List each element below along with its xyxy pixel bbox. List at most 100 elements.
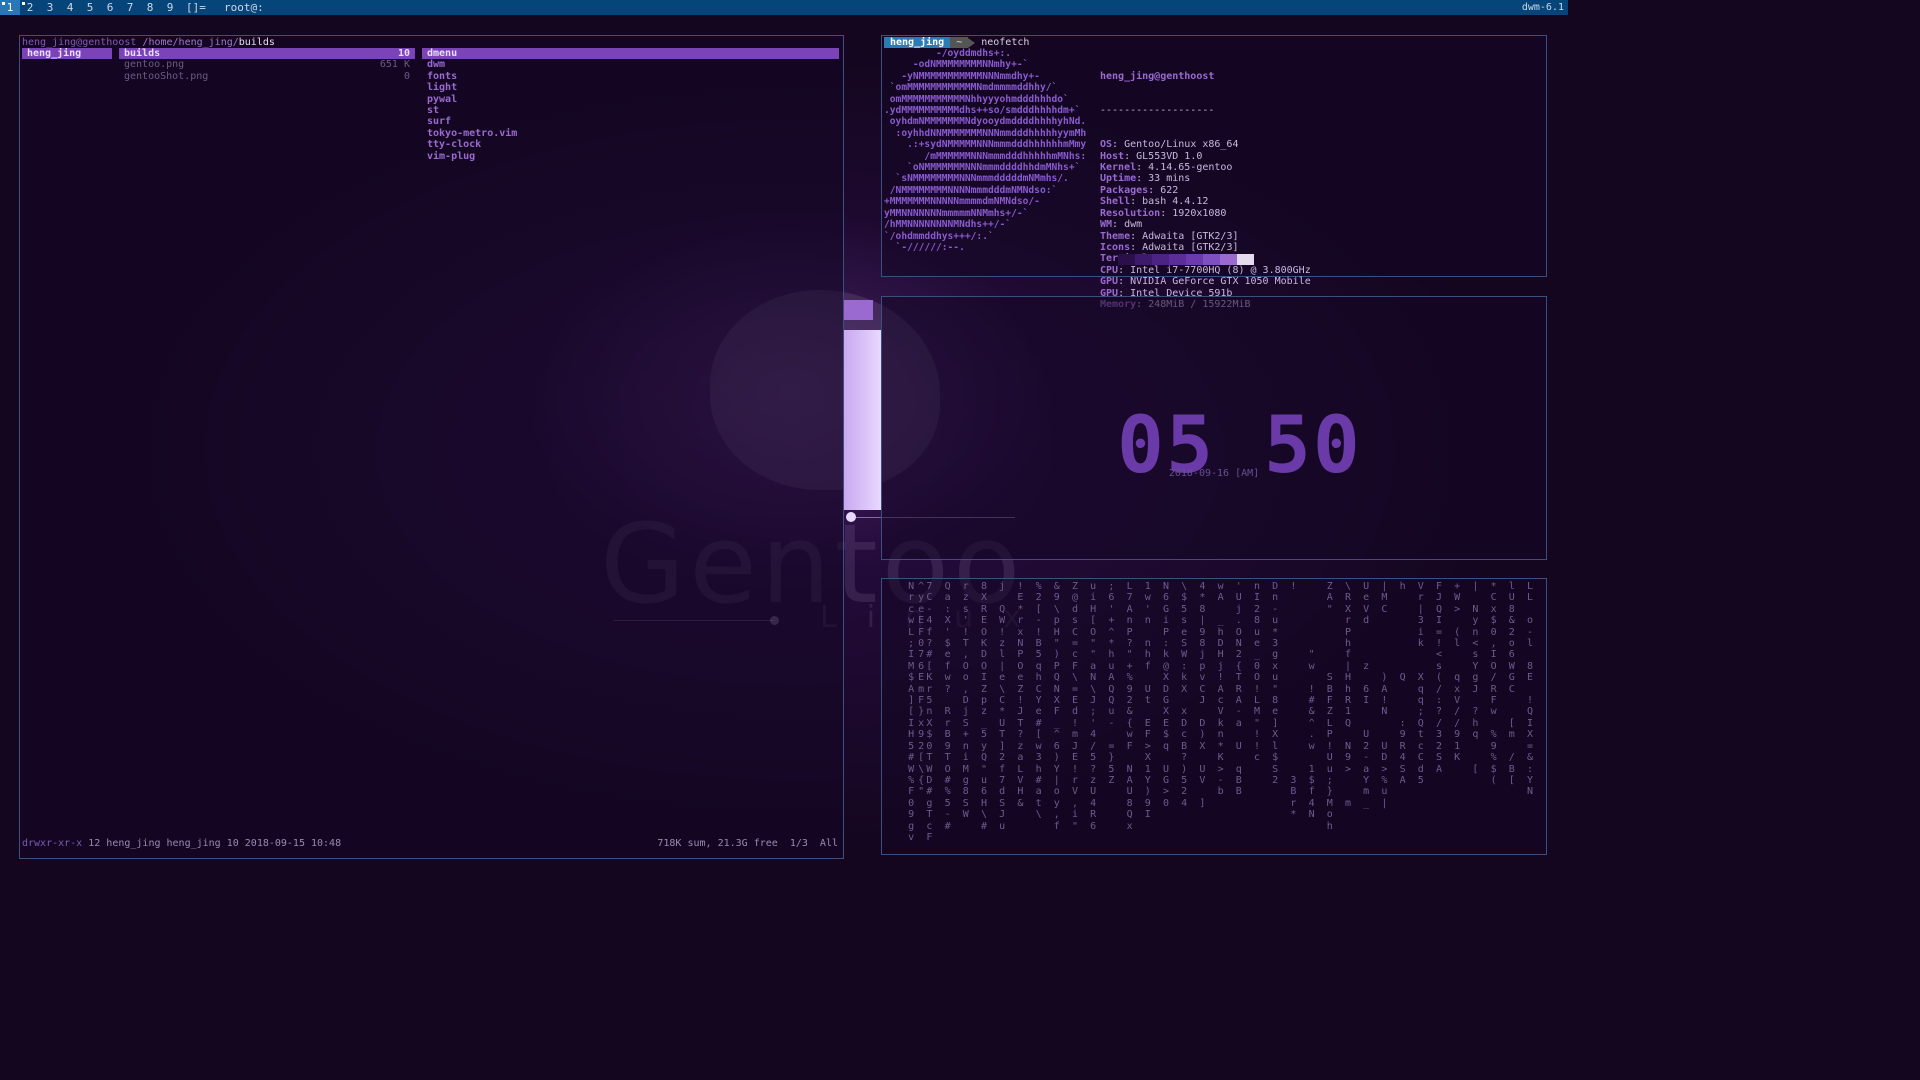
color-swatch [1203, 254, 1220, 265]
preview-dir-item[interactable]: pywal [422, 94, 839, 105]
prompt-dir: ~ [950, 37, 969, 48]
preview-dir-item[interactable]: vim-plug [422, 151, 839, 162]
tag-5[interactable]: 5 [80, 0, 100, 15]
info-key: Theme [1100, 230, 1131, 242]
matrix-column: | N y n < s Y g J ? h q [ [1472, 581, 1479, 775]
matrix-column: ! 3 B r * [1290, 581, 1297, 821]
clock-date: 2018-09-16 [AM] [1168, 468, 1260, 479]
matrix-column: ' U j . O N 2 { T R A - a U q B B [1235, 581, 1242, 798]
preview-dir-item[interactable]: light [422, 82, 839, 93]
file-item[interactable]: gentooShot.png 0 [119, 71, 415, 82]
matrix-column: 4 * 8 | 9 8 j p v C J D ) X U V ] [1199, 581, 1206, 809]
info-key: Resolution [1100, 207, 1161, 219]
preview-dir-item[interactable]: st [422, 105, 839, 116]
preview-dir-item[interactable]: tokyo-metro.vim [422, 128, 839, 139]
preview-dir-item[interactable]: tty-clock [422, 139, 839, 150]
tag-6[interactable]: 6 [100, 0, 120, 15]
ranger-file-meta: 12 heng_jing heng_jing 10 2018-09-15 10:… [82, 838, 342, 849]
wallpaper-dot [846, 512, 856, 522]
color-swatch [1169, 254, 1186, 265]
matrix-column: L L o - l 8 E ! Q I X = & : Y N [1526, 581, 1534, 798]
tag-2[interactable]: 2 [20, 0, 40, 15]
wallpaper-glitch-bar [843, 330, 881, 510]
file-size: 651 K [379, 59, 410, 71]
ranger-path: /home/heng_jing/ [142, 37, 239, 48]
file-size: 0 [403, 70, 410, 82]
info-row: Uptime: 33 mins [1100, 173, 1311, 184]
preview-dir-item[interactable]: fonts [422, 71, 839, 82]
matrix-column: U e V d z 6 I U 2 - a Y m _ [1363, 581, 1370, 809]
matrix-column: ; 6 ' + ^ * h u A Q Q u - = } 5 Z [1108, 581, 1115, 786]
neofetch-terminal[interactable]: heng_jing ~ neofetch -/oyddmdhs+:. -odNM… [881, 35, 1547, 310]
prompt-arrow-icon [968, 37, 976, 48]
matrix-column: r z s ' ! T , O o , D j S + n i M g 8 S … [962, 581, 969, 821]
info-value: : dwm [1112, 219, 1143, 231]
matrix-column: D n - u * 3 g x u " 8 e ] X l $ S 2 [1272, 581, 1279, 786]
ranger-window[interactable]: heng_jing@genthoost /home/heng_jing/buil… [19, 35, 844, 859]
info-row: CPU: Intel i7-7700HQ (8) @ 3.800GHz [1100, 265, 1311, 276]
info-value: : Adwaita [GTK2/3] [1130, 241, 1239, 253]
info-key: Shell [1100, 196, 1131, 208]
info-value: : GL553VD 1.0 [1124, 150, 1203, 162]
ranger-permissions: drwxr-xr-x [22, 838, 83, 849]
matrix-column: u i H [ O " " a N \ J ; ' 4 / 5 ? z U 4 … [1090, 581, 1097, 832]
info-key: CPU [1100, 264, 1119, 276]
info-row: Shell: bash 4.4.12 [1100, 196, 1311, 207]
info-value: : NVIDIA GeForce GTX 1050 Mobile [1118, 276, 1311, 288]
info-key: Packages [1100, 184, 1149, 196]
file-item[interactable]: gentoo.png 651 K [119, 59, 415, 70]
info-row: Packages: 622 [1100, 185, 1311, 196]
matrix-column: 8 X R E O K D O I Z p z _ 5 y Q " u 6 H … [980, 581, 988, 832]
tag-9[interactable]: 9 [160, 0, 180, 15]
matrix-column: + W > ( l q x V / / 9 1 K [1454, 581, 1461, 764]
system-info: heng_jing@genthoost ------------------- … [1100, 48, 1311, 310]
matrix-column: % 2 [ - ! B 5 q h C Y e # [ w 3 h # a t … [1035, 581, 1042, 821]
occupied-indicator [22, 2, 25, 5]
window-title: root@: [224, 1, 264, 14]
matrix-column: ^ y e E F 0 7 6 E m F } x 9 2 [ \ { " [918, 581, 925, 798]
ranger-user-host: heng_jing@genthoost [22, 37, 137, 48]
matrix-column: w A _ h D H j ! A c V k n * K > - b [1217, 581, 1224, 798]
prompt-command: neofetch [981, 37, 1030, 48]
preview-dir-item[interactable]: surf [422, 116, 839, 127]
tag-4[interactable]: 4 [60, 0, 80, 15]
tag-1[interactable]: 1 [0, 0, 20, 15]
info-key: Host [1100, 150, 1125, 162]
layout-indicator[interactable]: []= [186, 1, 210, 14]
parent-dir-item[interactable]: heng_jing [22, 48, 112, 60]
info-value: : Intel i7-7700HQ (8) @ 3.800GHz [1118, 264, 1311, 276]
matrix-column: n I 2 8 u e _ 0 O ! L M " ! ! c [1253, 581, 1261, 764]
matrix-column: 7 C - 4 f ? # [ K r 5 n X $ 0 T W D # g … [926, 581, 933, 843]
info-value: : 4.14.65-gentoo [1136, 162, 1233, 174]
matrix-column: h Q : 9 R 4 S A [1399, 581, 1406, 786]
matrix-column: * C x $ 0 , I O / R F w % 9 % $ ( [1490, 581, 1497, 786]
color-swatch [1118, 254, 1135, 265]
tag-8[interactable]: 8 [140, 0, 160, 15]
tag-list: 123456789 [0, 0, 180, 15]
matrix-column: N r c w L ; I M $ A ] [ I H 5 # W % F 0 … [908, 581, 915, 843]
info-key: Kernel [1100, 162, 1137, 174]
color-swatch [1135, 254, 1152, 265]
status-text: dwm-6.1 [1517, 0, 1568, 15]
preview-dir-item[interactable]: dmenu [422, 48, 839, 60]
matrix-column: ! E * r x N P O e Z ! J T ? z a L V H & [1017, 581, 1024, 809]
tty-clock-terminal[interactable]: 05 50 2018-09-16 [AM] [881, 296, 1547, 560]
preview-dir-item[interactable]: dwm [422, 59, 839, 70]
info-separator: ------------------- [1100, 105, 1215, 117]
matrix-column: Z @ d s C = c F \ = E d ! m J E ! r V , … [1071, 581, 1079, 832]
tag-7[interactable]: 7 [120, 0, 140, 15]
matrix-column: | M C ) A ! N U D > % u | [1381, 581, 1388, 809]
tag-3[interactable]: 3 [40, 0, 60, 15]
info-row: GPU: NVIDIA GeForce GTX 1050 Mobile [1100, 276, 1311, 287]
dwm-bar: 123456789 []= root@: [0, 0, 1568, 15]
info-row: Theme: Adwaita [GTK2/3] [1100, 231, 1311, 242]
info-row: WM: dwm [1100, 219, 1311, 230]
color-swatch [1186, 254, 1203, 265]
cmatrix-terminal[interactable]: ^ y e E F 0 7 6 E m F } x 9 2 [ \ { " N r… [881, 578, 1547, 855]
matrix-column: F J Q I = ! < s ( / : ? / 3 2 S A [1435, 581, 1443, 775]
ranger-current-column: builds 10 gentoo.png 651 KgentooShot.png 0 [119, 48, 415, 82]
info-row: Kernel: 4.14.65-gentoo [1100, 162, 1311, 173]
color-swatches [1118, 254, 1254, 265]
matrix-column: L 7 A n P ? " + % 9 2 & { w F N A U 8 Q … [1126, 581, 1133, 832]
file-item[interactable]: builds 10 [119, 48, 415, 60]
